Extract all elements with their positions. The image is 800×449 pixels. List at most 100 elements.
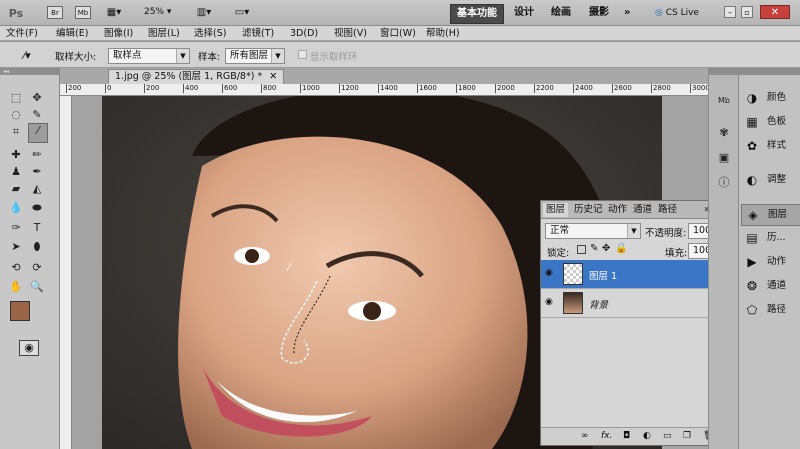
lock-image-pixels-icon[interactable]: ✎ — [590, 243, 598, 254]
ruler-tick-label: 200 — [66, 84, 82, 93]
navigator-panel-icon[interactable]: ▣ — [717, 151, 731, 165]
layer-row[interactable]: ◉ 背景 🔒 — [541, 289, 708, 318]
tab-channels[interactable]: 通道 — [630, 203, 655, 217]
menu-filter[interactable]: 滤镜(T) — [242, 26, 274, 41]
clone-stamp-tool-icon[interactable]: ♟ — [9, 165, 23, 179]
fill-label: 填充: — [665, 248, 688, 259]
dock-styles[interactable]: ✿ 样式 — [741, 136, 799, 156]
more-workspaces-icon[interactable]: » — [624, 4, 630, 22]
workspace-essentials[interactable]: 基本功能 — [450, 4, 504, 24]
collapsed-panel-strip: Mb ✾ ▣ ⓘ — [708, 68, 739, 449]
move-tool-icon[interactable]: ✥ — [30, 91, 44, 105]
dock-history[interactable]: ▤ 历... — [741, 228, 799, 248]
menu-3d[interactable]: 3D(D) — [290, 26, 318, 41]
dodge-tool-icon[interactable]: ⬬ — [30, 201, 44, 215]
pen-tool-icon[interactable]: ✑ — [9, 221, 23, 235]
menu-file[interactable]: 文件(F) — [6, 26, 38, 41]
tab-history[interactable]: 历史记 — [571, 203, 606, 217]
group-icon[interactable]: ▭ — [663, 431, 672, 441]
link-layers-icon[interactable]: ∞ — [581, 431, 589, 441]
tools-panel: ◂◂ ⬚ ✥ ◌ ✎ ⌗ ⁄ ✚ ✏ ♟ ✒ ▰ ◭ 💧 ⬬ ✑ T ➤ ⬮ ⟲… — [0, 68, 60, 449]
collapse-panel-icon[interactable]: » — [701, 203, 708, 217]
dock-channels[interactable]: ❂ 通道 — [741, 276, 799, 296]
minimize-button[interactable]: – — [724, 6, 736, 18]
mini-bridge-icon[interactable]: Mb — [75, 6, 91, 19]
layer-style-icon[interactable]: fx. — [601, 431, 612, 441]
path-selection-tool-icon[interactable]: ➤ — [9, 240, 23, 254]
menu-view[interactable]: 视图(V) — [334, 26, 367, 41]
healing-brush-tool-icon[interactable]: ✚ — [9, 148, 23, 162]
workspace-design[interactable]: 设计 — [514, 4, 534, 22]
eyedropper-preset-icon[interactable]: ⁄▾ — [14, 47, 40, 63]
menu-select[interactable]: 选择(S) — [194, 26, 226, 41]
blend-mode-dropdown[interactable]: 正常 ▼ — [545, 223, 641, 239]
show-sampling-ring-checkbox[interactable] — [298, 50, 307, 59]
eyedropper-tool-icon[interactable]: ⁄ — [28, 123, 48, 143]
lock-transparent-pixels-icon[interactable] — [577, 245, 586, 254]
dock-paths[interactable]: ⬠ 路径 — [741, 300, 799, 320]
zoom-tool-icon[interactable]: 🔍 — [30, 280, 44, 294]
dock-swatches[interactable]: ▦ 色板 — [741, 112, 799, 132]
fill-field[interactable]: 100% ▸ — [688, 243, 708, 259]
canvas-area[interactable]: ⁄ 图层 历史记 动作 通道 路径 » ≡ 正常 ▼ 不透明度: 100% ▸ … — [72, 96, 708, 449]
workspace-photography[interactable]: 摄影 — [589, 4, 609, 22]
menu-edit[interactable]: 编辑(E) — [56, 26, 88, 41]
screen-mode-icon[interactable]: ▭▾ — [230, 6, 254, 19]
menu-layer[interactable]: 图层(L) — [148, 26, 180, 41]
mini-bridge-panel-icon[interactable]: Mb — [717, 94, 731, 108]
layer-row[interactable]: ◉ 图层 1 — [541, 260, 708, 289]
menu-window[interactable]: 窗口(W) — [380, 26, 416, 41]
document-tab[interactable]: 1.jpg @ 25% (图层 1, RGB/8*) * ✕ — [108, 69, 285, 84]
eraser-tool-icon[interactable]: ▰ — [9, 182, 23, 196]
dock-layers[interactable]: ◈ 图层 — [741, 204, 800, 226]
eye-icon[interactable]: ◉ — [545, 297, 553, 307]
marquee-tool-icon[interactable]: ⬚ — [9, 91, 23, 105]
opacity-field[interactable]: 100% ▸ — [688, 223, 708, 239]
layer-thumbnail — [563, 263, 583, 285]
quick-selection-tool-icon[interactable]: ✎ — [30, 108, 44, 122]
lasso-tool-icon[interactable]: ◌ — [9, 108, 23, 122]
arrange-documents-icon[interactable]: ▥▾ — [192, 6, 216, 19]
restore-button[interactable]: ▫ — [741, 6, 753, 18]
brush-tool-icon[interactable]: ✏ — [30, 148, 44, 162]
shape-tool-icon[interactable]: ⬮ — [30, 240, 44, 254]
paint-bucket-tool-icon[interactable]: ◭ — [30, 182, 44, 196]
3d-rotate-tool-icon[interactable]: ⟲ — [9, 261, 23, 275]
brushes-panel-icon[interactable]: ✾ — [717, 126, 731, 140]
history-brush-tool-icon[interactable]: ✒ — [30, 165, 44, 179]
view-extras-icon[interactable]: ▦▾ — [103, 6, 125, 19]
dock-adjustments[interactable]: ◐ 调整 — [741, 170, 799, 190]
lock-position-icon[interactable]: ✥ — [602, 243, 610, 254]
dock-color[interactable]: ◑ 颜色 — [741, 88, 799, 108]
blur-tool-icon[interactable]: 💧 — [9, 201, 23, 215]
3d-orbit-tool-icon[interactable]: ⟳ — [30, 261, 44, 275]
workspace-painting[interactable]: 绘画 — [551, 4, 571, 22]
lock-all-icon[interactable]: 🔒 — [615, 243, 627, 254]
quick-mask-icon[interactable]: ◉ — [19, 340, 39, 356]
tab-paths[interactable]: 路径 — [655, 203, 680, 217]
info-panel-icon[interactable]: ⓘ — [717, 176, 731, 190]
tab-actions[interactable]: 动作 — [605, 203, 630, 217]
layer-mask-icon[interactable]: ◘ — [623, 431, 630, 441]
new-layer-icon[interactable]: ❐ — [683, 431, 691, 441]
color-icon: ◑ — [746, 91, 758, 105]
tab-layers[interactable]: 图层 — [543, 203, 569, 217]
menu-image[interactable]: 图像(I) — [104, 26, 133, 41]
type-tool-icon[interactable]: T — [30, 221, 44, 235]
eye-icon[interactable]: ◉ — [545, 268, 553, 278]
sample-layers-dropdown[interactable]: 所有图层 ▼ — [225, 48, 285, 64]
cs-live-button[interactable]: ◎ CS Live — [655, 6, 715, 20]
bridge-icon[interactable]: Br — [47, 6, 63, 19]
close-tab-icon[interactable]: ✕ — [269, 71, 277, 82]
adjustment-layer-icon[interactable]: ◐ — [643, 431, 651, 441]
foreground-color-swatch[interactable] — [10, 301, 30, 321]
close-button[interactable]: ✕ — [760, 5, 790, 19]
sample-size-dropdown[interactable]: 取样点 ▼ — [108, 48, 190, 64]
crop-tool-icon[interactable]: ⌗ — [9, 125, 23, 139]
layers-icon: ◈ — [748, 208, 758, 222]
dock-actions[interactable]: ▶ 动作 — [741, 252, 799, 272]
options-bar: ⁄▾ 取样大小: 取样点 ▼ 样本: 所有图层 ▼ 显示取样环 — [0, 42, 800, 68]
hand-tool-icon[interactable]: ✋ — [9, 280, 23, 294]
zoom-level-dropdown[interactable]: 25% ▾ — [144, 6, 184, 19]
menu-help[interactable]: 帮助(H) — [426, 26, 460, 41]
